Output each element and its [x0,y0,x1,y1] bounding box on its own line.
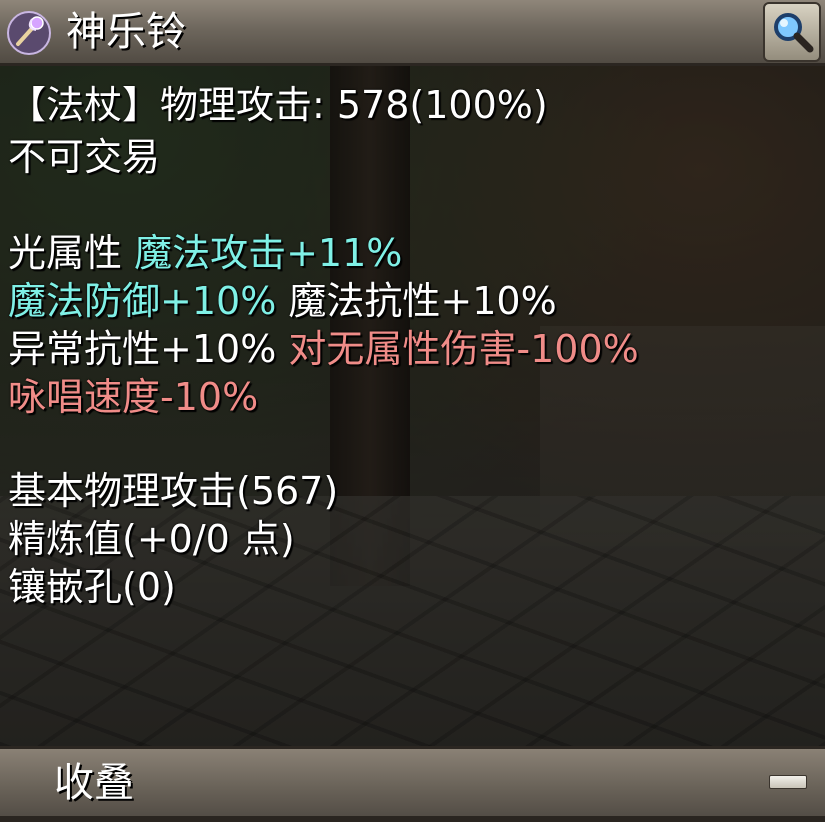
trade-restriction-line: 不可交易 [8,135,161,179]
neutral-damage-penalty: 对无属性伤害-100% [276,327,639,371]
item-tooltip-header: 神乐铃 [0,0,825,66]
magnifier-button[interactable] [763,2,821,62]
collapse-label[interactable]: 收叠 [54,757,134,809]
status-resist-bonus: 异常抗性+10% [8,327,277,371]
magic-attack-bonus: 魔法攻击+11% [134,231,403,275]
item-stats-panel: 【法杖】物理攻击: 578(100%) 不可交易 光属性 魔法攻击+11% 魔法… [0,66,825,746]
minus-icon[interactable] [769,775,807,789]
element-label: 光属性 [8,231,135,275]
magnifier-icon [774,13,814,53]
magic-defense-bonus: 魔法防御+10% [8,279,277,323]
status-resist-line: 异常抗性+10% 对无属性伤害-100% [8,326,639,372]
weapon-type-attack-line: 【法杖】物理攻击: 578(100%) [8,83,548,127]
socket-count: 镶嵌孔(0) [8,565,176,609]
magic-resist-bonus: 魔法抗性+10% [276,279,557,323]
item-name: 神乐铃 [66,9,186,55]
footer-divider [0,816,825,822]
defense-resist-line: 魔法防御+10% 魔法抗性+10% [8,278,557,324]
base-physical-attack: 基本物理攻击(567) [8,469,339,513]
cast-speed-penalty: 咏唱速度-10% [8,375,259,419]
element-attribute-line: 光属性 魔法攻击+11% [8,230,402,276]
refine-value: 精炼值(+0/0 点) [8,517,295,561]
tooltip-footer: 收叠 [0,746,825,822]
staff-icon [6,10,52,56]
